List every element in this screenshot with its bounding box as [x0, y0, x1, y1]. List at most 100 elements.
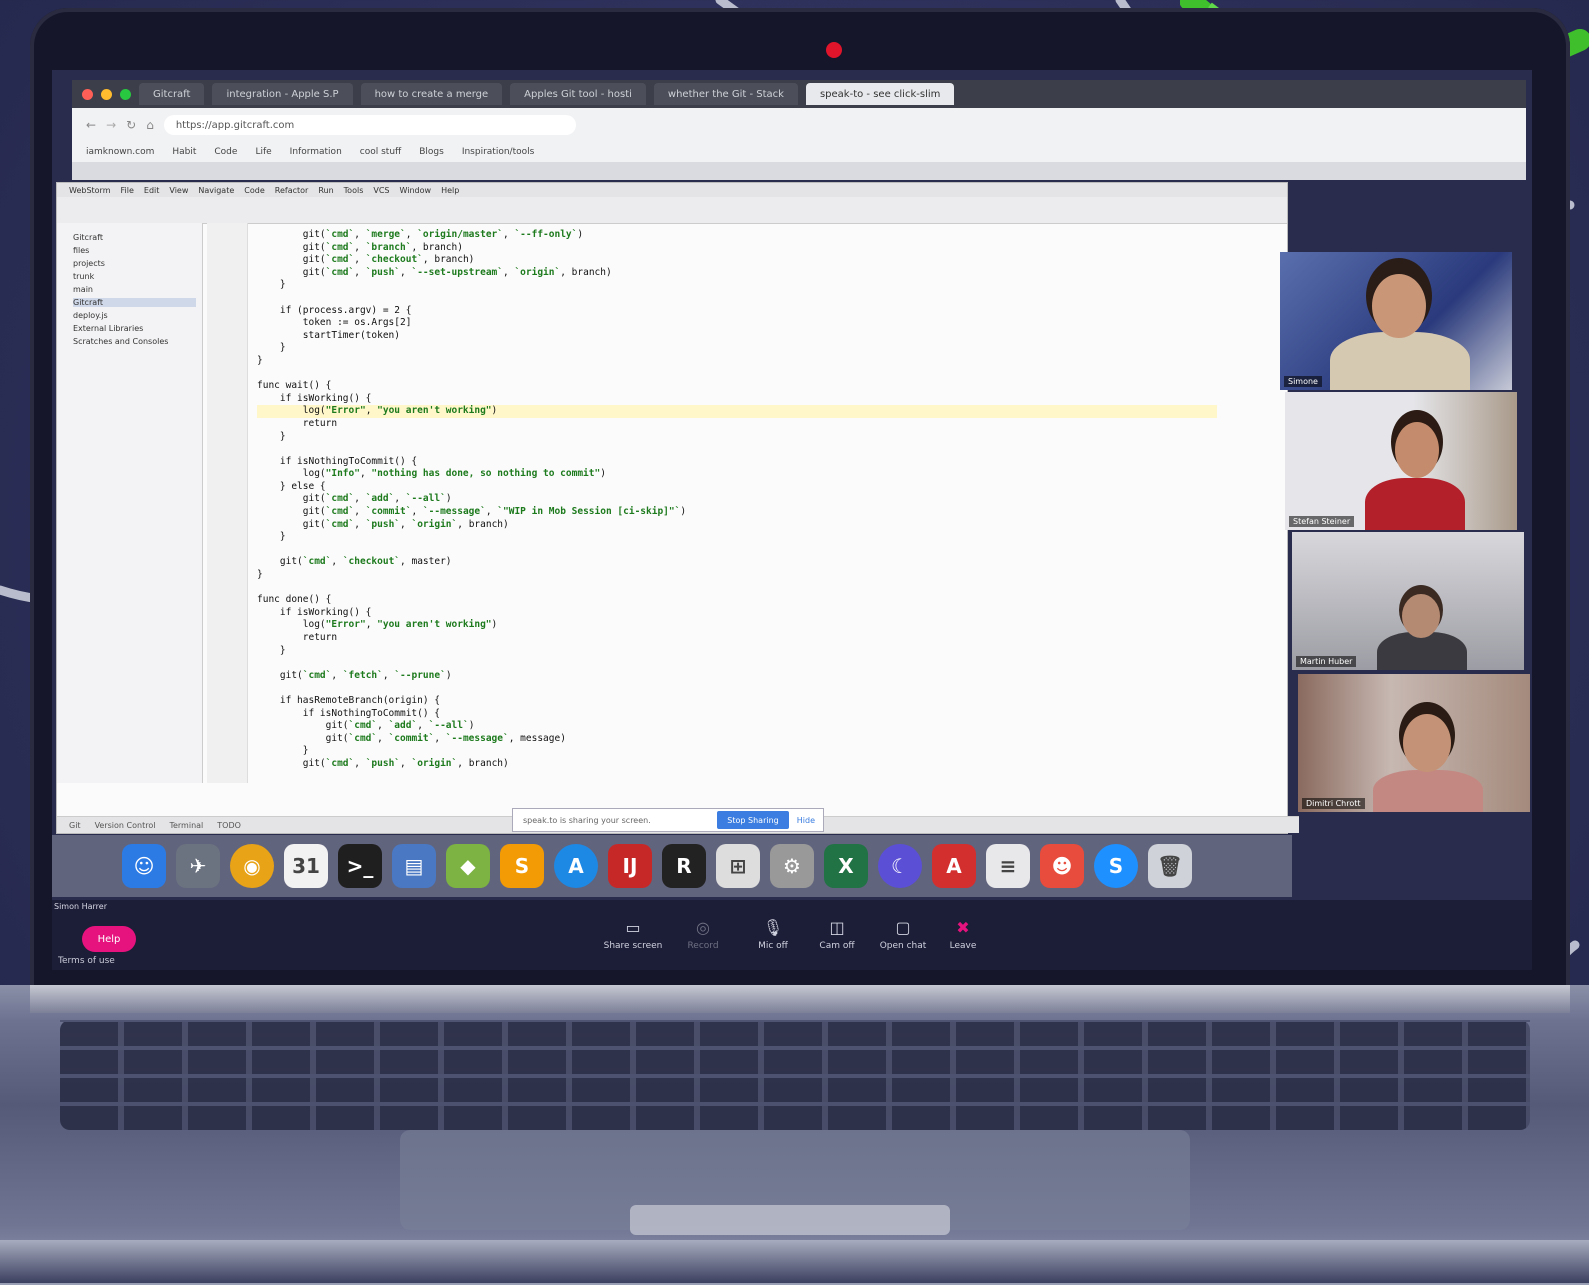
video-tile[interactable]: Simone — [1280, 252, 1512, 390]
rider-icon[interactable]: R — [662, 844, 706, 888]
macos-dock: ☺ ✈ ◉ 31 >_ ▤ ◆ S A IJ R ⊞ ⚙ X ☾ A ≡ ☻ S 🗑 — [52, 835, 1292, 897]
cam-off-button[interactable]: ◫ Cam off — [802, 918, 872, 951]
status-item[interactable]: TODO — [217, 821, 241, 830]
back-icon[interactable]: ← — [86, 118, 96, 132]
tree-item[interactable]: Scratches and Consoles — [73, 337, 196, 346]
address-bar-row: ← → ↻ ⌂ https://app.gitcraft.com — [72, 108, 1526, 142]
browser-tab[interactable]: how to create a merge — [360, 83, 503, 105]
record-button[interactable]: ◎ Record — [668, 918, 738, 951]
laptop-hinge — [30, 985, 1570, 1013]
finder-icon[interactable]: ☺ — [122, 844, 166, 888]
code-line: git(`cmd`, `push`, `origin`, branch) — [257, 757, 509, 769]
leave-button[interactable]: ✖ Leave — [928, 918, 998, 951]
menu-item[interactable]: View — [169, 186, 188, 195]
settings-icon[interactable]: ⚙ — [770, 844, 814, 888]
tree-item[interactable]: Gitcraft — [73, 298, 196, 307]
acrobat-icon[interactable]: A — [932, 844, 976, 888]
bookmark[interactable]: Life — [255, 147, 271, 157]
code-line: if isWorking() { — [257, 606, 372, 618]
menu-item[interactable]: Refactor — [275, 186, 309, 195]
control-label: Open chat — [879, 941, 927, 951]
share-screen-button[interactable]: ▭ Share screen — [598, 918, 668, 951]
zoom-window-button[interactable] — [120, 88, 131, 100]
self-name: Simon Harrer — [54, 902, 107, 911]
skype-icon[interactable]: S — [1094, 844, 1138, 888]
tree-item[interactable]: deploy.js — [73, 311, 196, 320]
screenshot-icon[interactable]: ⊞ — [716, 844, 760, 888]
menu-item[interactable]: WebStorm — [69, 186, 111, 195]
video-tile[interactable]: Martin Huber — [1292, 532, 1524, 670]
menu-item[interactable]: Edit — [144, 186, 160, 195]
browser-tab[interactable]: Gitcraft — [139, 83, 205, 105]
menu-item[interactable]: Run — [318, 186, 333, 195]
moon-icon[interactable]: ☾ — [878, 844, 922, 888]
hide-notice-button[interactable]: Hide — [789, 816, 823, 825]
menu-item[interactable]: Window — [400, 186, 432, 195]
tree-item[interactable]: files — [73, 246, 196, 255]
url-field[interactable]: https://app.gitcraft.com — [163, 115, 576, 135]
stop-sharing-button[interactable]: Stop Sharing — [717, 811, 789, 829]
code-line: git(`cmd`, `commit`, `--message`, messag… — [257, 732, 566, 744]
reload-icon[interactable]: ↻ — [126, 118, 136, 132]
status-item[interactable]: Terminal — [169, 821, 203, 830]
menu-item[interactable]: Navigate — [198, 186, 234, 195]
tree-item[interactable]: projects — [73, 259, 196, 268]
code-line: git(`cmd`, `push`, `--set-upstream`, `or… — [257, 266, 612, 278]
browser-tab-active[interactable]: speak-to - see click-slim — [805, 83, 955, 105]
home-icon[interactable]: ⌂ — [146, 118, 154, 132]
close-window-button[interactable] — [82, 88, 93, 100]
browser-tab[interactable]: Apples Git tool - hosti — [510, 83, 646, 105]
intellij-icon[interactable]: IJ — [608, 844, 652, 888]
tree-item[interactable]: main — [73, 285, 196, 294]
tree-item[interactable]: Gitcraft — [73, 233, 196, 242]
code-line: log("Error", "you aren't working") — [257, 405, 1217, 418]
preview-icon[interactable]: ▤ — [392, 844, 436, 888]
project-tree: Gitcraft files projects trunk main Gitcr… — [57, 223, 203, 783]
control-label: Mic off — [758, 941, 788, 951]
terms-of-use-link[interactable]: Terms of use — [58, 956, 115, 966]
menu-item[interactable]: VCS — [373, 186, 389, 195]
code-line: if isWorking() { — [257, 392, 372, 404]
chrome-icon[interactable]: ◉ — [230, 844, 274, 888]
launchpad-icon[interactable]: ✈ — [176, 844, 220, 888]
camera-led — [826, 42, 842, 58]
code-line: } else { — [257, 480, 326, 492]
status-item[interactable]: Version Control — [95, 821, 156, 830]
calendar-icon[interactable]: 31 — [284, 844, 328, 888]
minimize-window-button[interactable] — [101, 88, 112, 100]
menu-item[interactable]: Tools — [344, 186, 364, 195]
code-line: git(`cmd`, `add`, `--all`) — [257, 720, 475, 732]
help-button[interactable]: Help — [82, 926, 136, 952]
mic-off-button[interactable]: 🎙 Mic off — [738, 918, 808, 951]
menu-item[interactable]: File — [121, 186, 134, 195]
sublime-icon[interactable]: S — [500, 844, 544, 888]
trash-icon[interactable]: 🗑 — [1148, 844, 1192, 888]
browser-tab[interactable]: integration - Apple S.P — [212, 83, 353, 105]
video-tile[interactable]: Dimitri Chrott — [1298, 674, 1530, 812]
tree-item[interactable]: trunk — [73, 272, 196, 281]
bookmark[interactable]: Code — [214, 147, 237, 157]
menu-item[interactable]: Help — [441, 186, 459, 195]
leave-icon: ✖ — [956, 918, 970, 937]
mascot-icon[interactable]: ☻ — [1040, 844, 1084, 888]
status-item[interactable]: Git — [69, 821, 81, 830]
browser-tab[interactable]: whether the Git - Stack — [653, 83, 798, 105]
bookmark[interactable]: cool stuff — [360, 147, 401, 157]
excel-icon[interactable]: X — [824, 844, 868, 888]
video-tile[interactable]: Stefan Steiner — [1285, 392, 1517, 530]
app-store-icon[interactable]: A — [554, 844, 598, 888]
android-studio-icon[interactable]: ◆ — [446, 844, 490, 888]
bookmark[interactable]: Habit — [172, 147, 196, 157]
code-editor[interactable]: git(`cmd`, `merge`, `origin/master`, `--… — [257, 229, 1257, 771]
forward-icon[interactable]: → — [106, 118, 116, 132]
bookmark[interactable]: Information — [290, 147, 342, 157]
menu-item[interactable]: Code — [244, 186, 264, 195]
tree-item[interactable]: External Libraries — [73, 324, 196, 333]
code-line: git(`cmd`, `checkout`, branch) — [257, 254, 475, 266]
terminal-icon[interactable]: >_ — [338, 844, 382, 888]
bookmark[interactable]: Blogs — [419, 147, 444, 157]
bookmark[interactable]: Inspiration/tools — [462, 147, 534, 157]
notes-icon[interactable]: ≡ — [986, 844, 1030, 888]
bookmark[interactable]: iamknown.com — [86, 147, 154, 157]
